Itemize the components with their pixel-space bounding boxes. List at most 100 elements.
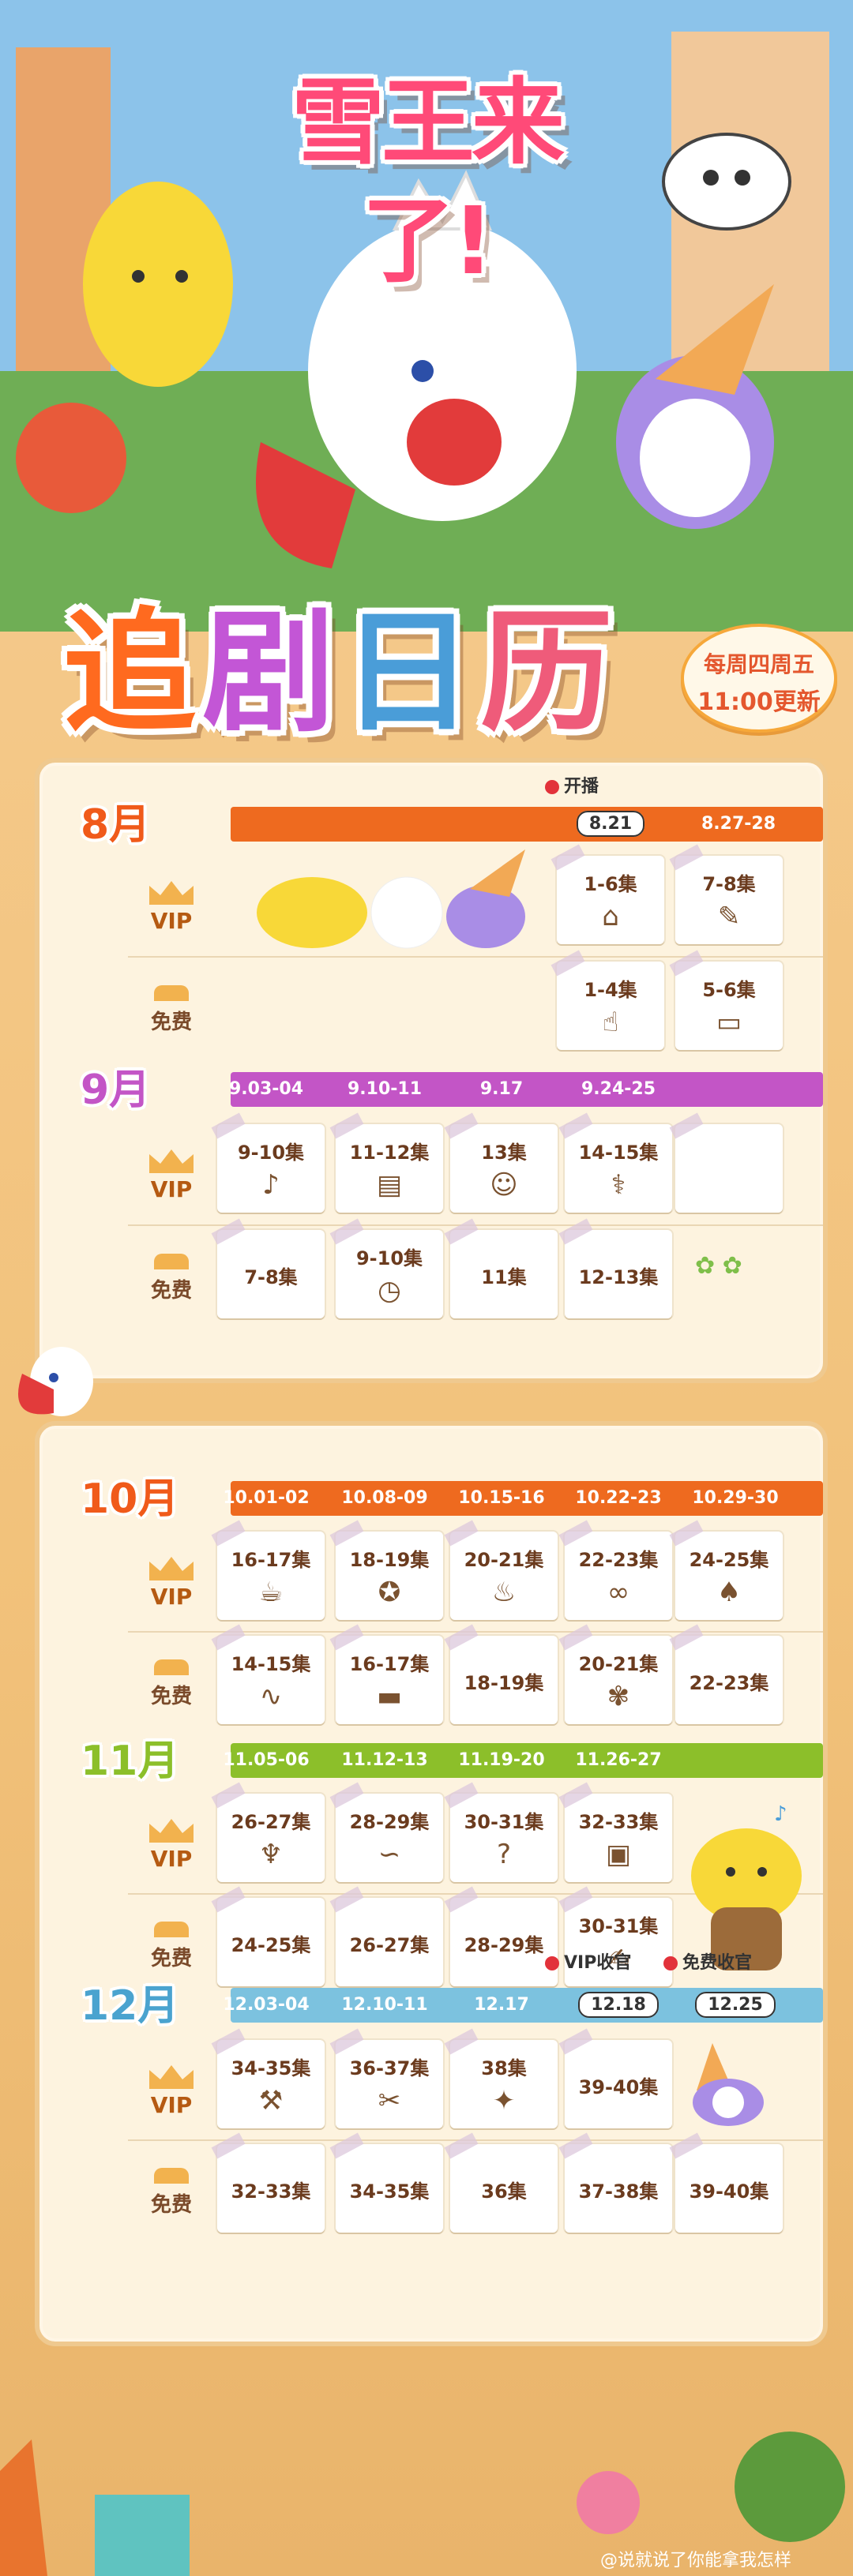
- vip-row-label: VIP: [128, 1819, 215, 1872]
- episode-cell[interactable]: 1-6集 ⌂: [557, 856, 664, 944]
- episode-cell[interactable]: 12-13集: [565, 1230, 672, 1318]
- clapper-icon: ▤: [376, 1169, 403, 1201]
- episode-cell[interactable]: 11-12集 ▤: [336, 1124, 443, 1213]
- episode-cell[interactable]: 32-33集: [217, 2144, 325, 2233]
- date-aug-1: 8.21: [551, 807, 670, 842]
- free-row-label: 免费: [128, 1659, 215, 1709]
- free-row-label: 免费: [128, 985, 215, 1035]
- episode-cell[interactable]: 36-37集 ✂: [336, 2040, 443, 2128]
- update-time: 11:00更新: [697, 688, 821, 716]
- update-schedule-badge: 每周四周五 11:00更新: [681, 624, 837, 733]
- pin-icon: [663, 1956, 678, 1970]
- episode-cell[interactable]: 36集: [450, 2144, 558, 2233]
- episode-cell[interactable]: 14-15集 ⚕: [565, 1124, 672, 1213]
- vip-row-label: VIP: [128, 1149, 215, 1202]
- date-sep-4: 9.24-25: [581, 1079, 656, 1099]
- date-oct-5: 10.29-30: [692, 1488, 779, 1508]
- mascot-peek: [18, 1347, 93, 1416]
- pin-icon: [545, 780, 559, 794]
- palette-icon: ✎: [717, 901, 741, 932]
- date-oct-1: 10.01-02: [223, 1488, 310, 1508]
- episode-cell[interactable]: 39-40集: [565, 2040, 672, 2128]
- episode-cell[interactable]: 26-27集: [336, 1898, 443, 1986]
- face-icon: ☺: [490, 1169, 518, 1201]
- date-oct-4: 10.22-23: [575, 1488, 662, 1508]
- episode-cell[interactable]: 14-15集 ∿: [217, 1636, 325, 1724]
- episode-cell[interactable]: 1-4集 ☝: [557, 962, 664, 1050]
- date-nov-3: 11.19-20: [458, 1750, 545, 1770]
- episode-cell[interactable]: 5-6集 ▭: [675, 962, 783, 1050]
- episode-cell[interactable]: 39-40集: [675, 2144, 783, 2233]
- glasses-icon: ∞: [607, 1577, 630, 1608]
- free-finale-marker: 免费收官: [663, 1952, 752, 1975]
- episode-cell[interactable]: 22-23集 ∞: [565, 1532, 672, 1620]
- episode-cell[interactable]: 28-29集: [450, 1898, 558, 1986]
- episode-cell[interactable]: 22-23集: [675, 1636, 783, 1724]
- date-dec-3: 12.17: [474, 1995, 529, 2015]
- broom-icon: ⚒: [258, 2085, 284, 2117]
- vip-finale-marker: VIP收官: [545, 1952, 631, 1975]
- cat-character: [662, 133, 791, 231]
- episode-cell[interactable]: 9-10集 ◷: [336, 1230, 443, 1318]
- date-oct-3: 10.15-16: [458, 1488, 545, 1508]
- ice-cream-icon: ♆: [258, 1839, 284, 1870]
- guitar-icon: ♪: [262, 1169, 280, 1201]
- thermometer-icon: ⚕: [611, 1169, 626, 1201]
- date-sep-2: 9.10-11: [347, 1079, 423, 1099]
- episode-cell[interactable]: 32-33集 ▣: [565, 1794, 672, 1882]
- episode-cell[interactable]: 13集 ☺: [450, 1124, 558, 1213]
- date-aug-2: 8.27-28: [701, 814, 776, 834]
- episode-cell[interactable]: 34-35集 ⚒: [217, 2040, 325, 2128]
- episode-cell[interactable]: 24-25集 ♠: [675, 1532, 783, 1620]
- question-icon: ?: [496, 1839, 512, 1870]
- episode-cell[interactable]: 38集 ✦: [450, 2040, 558, 2128]
- cup-icon: ☕: [258, 1577, 284, 1608]
- squiggle-icon: ∽: [378, 1839, 401, 1870]
- episode-cell[interactable]: 7-8集 ✎: [675, 856, 783, 944]
- vip-row-label: VIP: [128, 881, 215, 934]
- episode-cell[interactable]: 16-17集 ☕: [217, 1532, 325, 1620]
- episode-cell[interactable]: 24-25集: [217, 1898, 325, 1986]
- clock-icon: ◷: [378, 1275, 401, 1307]
- episode-cell[interactable]: 37-38集: [565, 2144, 672, 2233]
- episode-cell[interactable]: 11集: [450, 1230, 558, 1318]
- update-days: 每周四周五: [703, 651, 814, 677]
- watermark: @说就说了你能拿我怎样: [600, 2551, 792, 2570]
- episode-cell[interactable]: 9-10集 ♪: [217, 1124, 325, 1213]
- episode-cell[interactable]: 34-35集: [336, 2144, 443, 2233]
- hand-icon: ☝: [602, 1007, 619, 1038]
- episode-cell[interactable]: 16-17集 ▬: [336, 1636, 443, 1724]
- butterfly-icon: ✾: [607, 1681, 630, 1712]
- title-char: 剧: [202, 595, 341, 750]
- free-row-label: 免费: [128, 1254, 215, 1303]
- episode-cell[interactable]: 18-19集 ✪: [336, 1532, 443, 1620]
- episode-cell[interactable]: 28-29集 ∽: [336, 1794, 443, 1882]
- flower-icon: ✿ ✿: [695, 1252, 742, 1280]
- date-dec-4: 12.18: [559, 1988, 678, 2023]
- episode-cell[interactable]: 30-31集?: [450, 1794, 558, 1882]
- card-icon: ♠: [716, 1577, 742, 1608]
- month-label-sep: 9月: [81, 1067, 151, 1114]
- episode-cell[interactable]: 7-8集: [217, 1230, 325, 1318]
- free-row-label: 免费: [128, 2168, 215, 2218]
- poster: 雪王来了! 追剧日历 每周四周五 11:00更新 开播 8月 8.21 8.27…: [0, 0, 853, 2576]
- episode-cell[interactable]: 20-21集 ✾: [565, 1636, 672, 1724]
- characters-illustration: [241, 849, 573, 952]
- ai-icon: ✦: [492, 2085, 516, 2117]
- premiere-marker: 开播: [545, 775, 599, 799]
- title-char: 日: [341, 595, 480, 750]
- date-sep-3: 9.17: [479, 1079, 524, 1099]
- date-nov-4: 11.26-27: [575, 1750, 662, 1770]
- date-dec-1: 12.03-04: [223, 1995, 310, 2015]
- title-char: 历: [480, 595, 619, 750]
- episode-cell[interactable]: 18-19集: [450, 1636, 558, 1724]
- balloon: [16, 403, 126, 513]
- date-sep-1: 9.03-04: [228, 1079, 304, 1099]
- bread-icon: ∿: [259, 1681, 283, 1712]
- logo-title: 雪王来了!: [291, 68, 565, 295]
- shop-icon: ⌂: [602, 901, 619, 932]
- bag-icon: ✪: [378, 1577, 401, 1608]
- radio-icon: ▣: [605, 1839, 632, 1870]
- episode-cell[interactable]: 26-27集 ♆: [217, 1794, 325, 1882]
- episode-cell[interactable]: 20-21集 ♨: [450, 1532, 558, 1620]
